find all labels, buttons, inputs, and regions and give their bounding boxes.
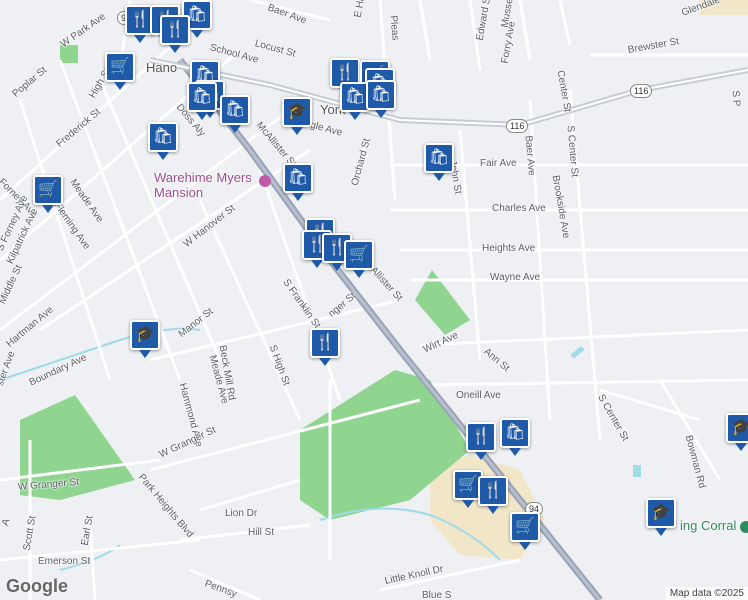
street-label: Pleas: [387, 15, 401, 41]
fork-knife-icon: 🍴: [335, 64, 355, 81]
school-icon: 🎓: [287, 103, 307, 120]
restaurant-marker[interactable]: 🍴: [478, 476, 508, 514]
shopping-marker[interactable]: 🛍: [366, 80, 396, 118]
town-label: Hano: [146, 60, 178, 75]
shopping-bag-icon: 🛍: [344, 88, 366, 105]
shopping-bag-icon: 🛍: [191, 88, 213, 105]
school-marker[interactable]: 🎓: [646, 498, 676, 536]
shopping-cart-icon: 🛒: [515, 518, 535, 535]
shopping-bag-icon: 🛍: [224, 101, 246, 118]
grocery-marker[interactable]: 🛒: [510, 512, 540, 550]
restaurant-marker[interactable]: 🍴: [466, 422, 496, 460]
shopping-bag-icon: 🛍: [370, 86, 392, 103]
corral-label[interactable]: ing Corral: [680, 518, 736, 533]
street-label: Blue S: [422, 590, 452, 600]
restaurant-marker[interactable]: 🍴: [160, 15, 190, 53]
street-label: Heights Ave: [482, 243, 536, 254]
map-canvas[interactable]: Baer Ave Locust St School Ave W Park Ave…: [0, 0, 748, 600]
place-icon[interactable]: [737, 518, 748, 533]
route-116-shield: 116: [630, 84, 653, 98]
street-label: Emerson St: [38, 556, 91, 567]
shopping-bag-icon: 🛍: [504, 424, 526, 441]
school-marker[interactable]: 🎓: [282, 97, 312, 135]
restaurant-marker[interactable]: 🍴: [310, 328, 340, 366]
shopping-marker[interactable]: 🛍: [424, 143, 454, 181]
shopping-bag-icon: 🛍: [428, 149, 450, 166]
shopping-cart-icon: 🛒: [349, 246, 369, 263]
shopping-marker[interactable]: 🛍: [148, 122, 178, 160]
street-label: S P: [729, 90, 742, 108]
grocery-marker[interactable]: 🛒: [344, 240, 374, 278]
route-116-shield: 116: [506, 119, 529, 133]
fork-knife-icon: 🍴: [471, 428, 491, 445]
shopping-marker[interactable]: 🛍: [283, 163, 313, 201]
shopping-cart-icon: 🛒: [38, 181, 58, 198]
shopping-marker[interactable]: 🛍: [500, 418, 530, 456]
street-label: Lion Dr: [225, 508, 258, 519]
shopping-marker[interactable]: 🛍: [220, 95, 250, 133]
fork-knife-icon: 🍴: [483, 482, 503, 499]
school-marker[interactable]: 🎓: [130, 320, 160, 358]
map-attribution[interactable]: Map data ©2025: [665, 587, 748, 600]
shopping-bag-icon: 🛍: [152, 128, 174, 145]
school-marker[interactable]: 🎓: [726, 413, 748, 451]
street-label: Hill St: [248, 527, 275, 538]
shopping-bag-icon: 🛍: [287, 169, 309, 186]
street-label: Oneill Ave: [456, 390, 501, 401]
school-icon: 🎓: [135, 326, 155, 343]
shopping-marker[interactable]: 🛍: [187, 82, 217, 120]
google-logo: Google: [6, 576, 68, 596]
grocery-marker[interactable]: 🛒: [105, 52, 135, 90]
street-label: Fair Ave: [480, 158, 517, 169]
shopping-cart-icon: 🛒: [458, 476, 478, 493]
street-label: Wayne Ave: [490, 272, 541, 283]
fork-knife-icon: 🍴: [315, 334, 335, 351]
shopping-cart-icon: 🛒: [110, 58, 130, 75]
museum-icon[interactable]: [256, 172, 271, 187]
school-icon: 🎓: [731, 419, 748, 436]
grocery-marker[interactable]: 🛒: [33, 175, 63, 213]
fork-knife-icon: 🍴: [165, 21, 185, 38]
school-icon: 🎓: [651, 504, 671, 521]
fork-knife-icon: 🍴: [130, 11, 150, 28]
street-label: Charles Ave: [492, 203, 546, 214]
